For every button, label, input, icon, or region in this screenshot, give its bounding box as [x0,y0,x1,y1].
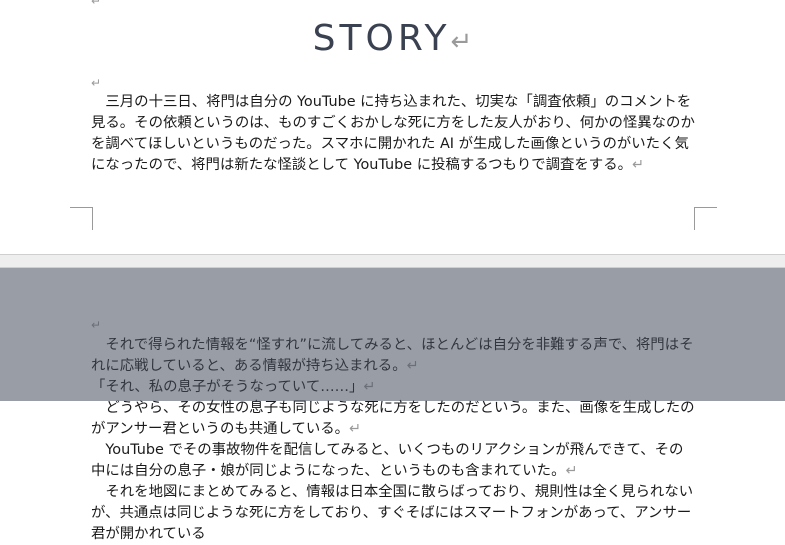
story-paragraphs[interactable]: それで得られた情報を“怪すれ”に流してみると、ほとんどは自分を非難する声で、将門… [91,335,696,545]
document-page-1[interactable]: ↵ STORY↵ ↵ 三月の十三日、将門は自分の YouTube に持ち込まれた… [0,0,785,254]
story-paragraph[interactable]: YouTube でその事故物件を配信してみると、いくつものリアクションが飛んでき… [91,440,696,482]
paragraph-mark-icon: ↵ [631,157,645,173]
paragraph-mark-icon: ↵ [406,358,419,374]
page-corner-mark-left [70,207,93,230]
page-break-gap [0,254,785,268]
paragraph-mark-icon: ↵ [450,27,473,57]
paragraph-mark-icon: ↵ [91,318,102,332]
story-paragraph[interactable]: それを地図にまとめてみると、情報は日本全国に散らばっており、規則性は全く見られな… [91,482,696,545]
story-heading[interactable]: STORY↵ [0,18,785,59]
paragraph-text: 三月の十三日、将門は自分の YouTube に持ち込まれた、切実な「調査依頼」の… [91,94,695,173]
story-paragraph[interactable]: それで得られた情報を“怪すれ”に流してみると、ほとんどは自分を非難する声で、将門… [91,335,696,377]
paragraph-mark-icon: ↵ [91,0,102,8]
paragraph-mark-icon: ↵ [349,421,362,437]
story-paragraph[interactable]: 「それ、私の息子がそうなっていて……」↵ [91,377,696,398]
paragraph-mark-icon: ↵ [91,76,102,90]
story-paragraph[interactable]: どうやら、その女性の息子も同じような死に方をしたのだという。また、画像を生成した… [91,398,696,440]
story-paragraph[interactable]: 三月の十三日、将門は自分の YouTube に持ち込まれた、切実な「調査依頼」の… [91,92,696,176]
document-page-2[interactable]: ↵ それで得られた情報を“怪すれ”に流してみると、ほとんどは自分を非難する声で、… [0,268,785,542]
heading-text: STORY [312,18,451,59]
page-corner-mark-right [694,207,717,230]
paragraph-mark-icon: ↵ [363,379,376,395]
paragraph-mark-icon: ↵ [565,463,578,479]
